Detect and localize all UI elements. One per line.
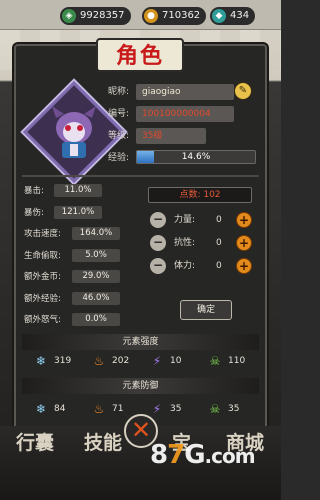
level-row: 等级: 35级 xyxy=(108,128,234,144)
element-item: ☠ 110 xyxy=(208,353,262,369)
stat-value: 121.0% xyxy=(54,205,102,219)
jade-icon: ◈ xyxy=(62,9,76,23)
element-value: 71 xyxy=(112,404,124,414)
nickname-label: 昵称: xyxy=(108,87,130,97)
jade-currency: ◈ 9928357 xyxy=(60,7,131,25)
exp-percent-text: 14.6% xyxy=(181,152,211,162)
stat-label: 生命偷取: xyxy=(24,250,61,261)
decrease-button[interactable]: − xyxy=(150,235,166,251)
jade-amount: 9928357 xyxy=(80,10,125,21)
element-item: ❄ 84 xyxy=(34,401,88,417)
point-label: 体力: xyxy=(174,261,196,271)
point-row: − 体力: 0 + xyxy=(150,258,254,274)
character-screen: ◈ 9928357 ● 710362 ◆ 434 角色 昵称: giaogiao… xyxy=(0,0,281,500)
coin-icon: ● xyxy=(144,9,158,23)
ice-icon: ❄ xyxy=(35,402,47,416)
gem-currency: ◆ 434 xyxy=(210,7,256,25)
title-plate: 角色 xyxy=(96,38,184,72)
element-item: ⚡ 10 xyxy=(150,353,204,369)
level-label: 等级: xyxy=(108,131,130,141)
element-value: 202 xyxy=(112,356,130,366)
decrease-button[interactable]: − xyxy=(150,212,166,228)
poison-skull-icon: ☠ xyxy=(209,402,221,416)
stat-value: 0.0% xyxy=(72,313,120,326)
decrease-button[interactable]: − xyxy=(150,258,166,274)
lightning-icon: ⚡ xyxy=(152,354,162,368)
coin-currency: ● 710362 xyxy=(142,7,207,25)
close-icon: ✕ xyxy=(130,416,152,444)
stat-row: 额外金币: 29.0% xyxy=(24,270,144,284)
point-value: 0 xyxy=(216,261,222,271)
element-item: ☠ 35 xyxy=(208,401,262,417)
poison-skull-icon: ☠ xyxy=(209,354,221,368)
exp-row: 经验: 14.6% xyxy=(108,150,258,166)
element-item: ❄ 319 xyxy=(34,353,88,369)
element-item: ⚡ 35 xyxy=(150,401,204,417)
stat-row: 生命偷取: 5.0% xyxy=(24,248,144,263)
level-field: 35级 xyxy=(136,128,206,144)
confirm-button[interactable]: 确定 xyxy=(180,300,232,320)
element-defense-header: 元素防御 xyxy=(22,378,259,394)
point-value: 0 xyxy=(216,238,222,248)
avatar[interactable] xyxy=(48,104,100,160)
points-header: 点数: 102 xyxy=(148,187,252,203)
gem-amount: 434 xyxy=(230,10,250,21)
coin-amount: 710362 xyxy=(162,10,201,21)
ice-icon: ❄ xyxy=(35,354,47,368)
stat-label: 暴伤: xyxy=(24,207,44,218)
fire-icon: ♨ xyxy=(93,402,105,416)
stat-value: 5.0% xyxy=(72,248,120,262)
gem-icon: ◆ xyxy=(212,9,226,23)
stat-label: 攻击速度: xyxy=(24,229,61,239)
element-value: 35 xyxy=(170,404,182,414)
nav-skills[interactable]: 技能 xyxy=(84,428,122,455)
increase-button[interactable]: + xyxy=(236,258,252,274)
nickname-row: 昵称: giaogiao xyxy=(108,84,234,100)
divider xyxy=(22,175,259,177)
stat-row: 额外经验: 46.0% xyxy=(24,291,144,306)
nickname-field[interactable]: giaogiao xyxy=(136,84,234,100)
id-label: 编号: xyxy=(108,109,130,119)
edit-name-button[interactable]: ✎ xyxy=(234,82,252,100)
stat-label: 暴击: xyxy=(24,186,44,196)
stat-label: 额外经验: xyxy=(24,293,61,304)
point-label: 抗性: xyxy=(174,238,196,248)
element-value: 35 xyxy=(228,404,240,414)
increase-button[interactable]: + xyxy=(236,212,252,228)
point-value: 0 xyxy=(216,215,222,225)
stat-value: 164.0% xyxy=(72,227,120,240)
stat-row: 暴伤: 121.0% xyxy=(24,205,144,220)
watermark: 87G.com xyxy=(150,440,256,470)
stat-value: 46.0% xyxy=(72,291,120,305)
nav-bag[interactable]: 行囊 xyxy=(16,428,54,455)
element-value: 84 xyxy=(54,404,66,414)
stat-row: 暴击: 11.0% xyxy=(24,184,144,198)
fire-icon: ♨ xyxy=(93,354,105,368)
element-value: 319 xyxy=(54,356,72,366)
point-label: 力量: xyxy=(174,215,196,225)
lightning-icon: ⚡ xyxy=(152,402,162,416)
element-value: 10 xyxy=(170,356,182,366)
stat-label: 额外金币: xyxy=(24,272,61,282)
exp-bar: 14.6% xyxy=(136,150,256,164)
currency-bar: ◈ 9928357 ● 710362 ◆ 434 xyxy=(0,0,281,30)
point-row: − 力量: 0 + xyxy=(150,212,254,228)
exp-label: 经验: xyxy=(108,153,130,163)
id-field: 100100000004 xyxy=(136,106,234,122)
element-strength-header: 元素强度 xyxy=(22,334,259,350)
stat-label: 额外怒气: xyxy=(24,315,61,325)
page-title: 角色 xyxy=(115,43,164,69)
increase-button[interactable]: + xyxy=(236,235,252,251)
element-value: 110 xyxy=(228,356,246,366)
stat-row: 攻击速度: 164.0% xyxy=(24,227,144,241)
element-item: ♨ 202 xyxy=(92,353,146,369)
point-row: − 抗性: 0 + xyxy=(150,235,254,251)
pencil-icon: ✎ xyxy=(238,85,248,96)
stat-value: 29.0% xyxy=(72,270,120,283)
stat-value: 11.0% xyxy=(54,184,102,197)
id-row: 编号: 100100000004 xyxy=(108,106,234,122)
stat-row: 额外怒气: 0.0% xyxy=(24,313,144,327)
